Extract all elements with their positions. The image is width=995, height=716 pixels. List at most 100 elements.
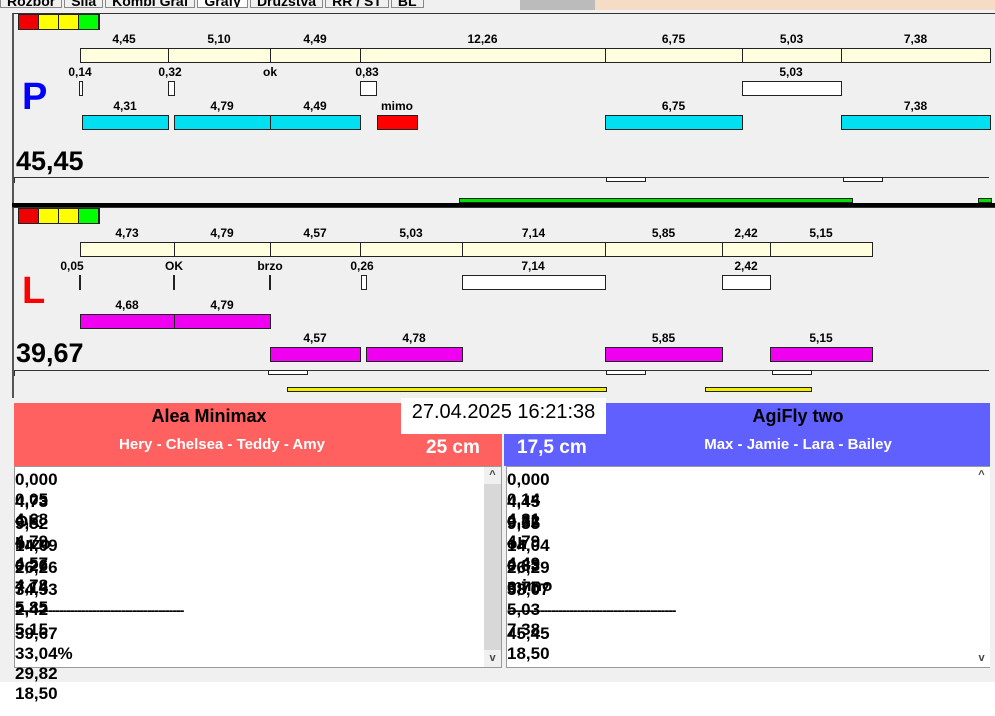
fault-box <box>79 275 81 290</box>
list-cell: 0,000 <box>15 470 58 489</box>
tab-bar-filler <box>520 0 595 10</box>
summary-cell: 29,82 <box>15 664 58 683</box>
summary-row: 45,45 18,50 <box>507 624 550 663</box>
list-item: 14,09 0,26 4,78 <box>15 536 58 595</box>
scroll-down-icon[interactable]: v <box>484 650 501 667</box>
light <box>19 209 39 223</box>
handler-bar <box>174 115 271 130</box>
handler-bar-label: 5,85 <box>651 331 676 345</box>
fault-label: brzo <box>257 259 283 273</box>
light <box>39 209 59 223</box>
right-results-list[interactable]: ^ v 0,000 0,14 4,31 4,45 0,32 4,79 9,55 ok 4,49 14… <box>506 466 990 668</box>
segment-label: 5,10 <box>207 32 231 46</box>
time-segment <box>360 242 463 257</box>
tab-5[interactable]: RR / ST <box>325 0 389 8</box>
lane-p: P 45,45 4,45 5,10 4,49 12,26 6,75 5,03 7,38 0,14 0… <box>12 13 995 204</box>
handler-bar-label: 4,49 <box>303 99 327 113</box>
right-team-name: AgiFly two <box>752 406 844 426</box>
fault-box <box>722 275 771 290</box>
segment-label: 5,03 <box>399 226 423 240</box>
segment-label: 7,38 <box>903 32 928 46</box>
fault-box <box>173 275 175 290</box>
fault-label: ok <box>262 65 278 79</box>
scroll-up-icon[interactable]: ^ <box>973 467 990 484</box>
run-bar <box>287 387 607 392</box>
summary-cell: 45,45 <box>507 624 550 643</box>
time-segment <box>168 48 271 63</box>
scroll-down-icon[interactable]: v <box>973 650 990 667</box>
list-separator: ----------------------------------------… <box>507 602 676 624</box>
scrollbar[interactable]: ^ v <box>973 467 990 667</box>
fault-box <box>361 275 367 290</box>
fault-box <box>742 81 842 96</box>
segment-label: 2,42 <box>734 226 758 240</box>
scrollbar[interactable]: ^ v <box>484 467 501 667</box>
handler-bar <box>270 347 361 362</box>
axis-marker <box>268 370 308 375</box>
time-segment <box>605 242 723 257</box>
list-cell: 4,73 <box>15 492 49 511</box>
left-team-name: Alea Minimax <box>151 406 267 426</box>
tab-1[interactable]: Sila <box>64 0 104 8</box>
fault-label: 0,05 <box>60 259 84 273</box>
segment-label: 12,26 <box>467 32 498 46</box>
traffic-lights <box>18 14 100 30</box>
timeline-axis <box>14 370 989 371</box>
light <box>39 15 59 29</box>
list-item: 26,29 6,75 <box>507 558 550 597</box>
lane-score: 39,67 <box>16 338 84 368</box>
fault-label: 0,83 <box>355 65 379 79</box>
tab-3[interactable]: Grafy <box>197 0 248 8</box>
list-cell: 14,04 <box>507 536 550 555</box>
handler-bar-label: 4,31 <box>113 99 137 113</box>
handler-bar <box>841 115 991 130</box>
handler-bar-label: 4,79 <box>210 298 234 312</box>
list-cell: 14,09 <box>15 536 58 555</box>
list-cell: 34,53 <box>15 580 58 599</box>
list-cell: 0,000 <box>507 470 550 489</box>
axis-marker <box>606 177 646 182</box>
tab-4[interactable]: Družstva <box>249 0 324 8</box>
summary-cell: 18,50 <box>507 644 550 663</box>
segment-label: 4,79 <box>210 226 234 240</box>
handler-bar <box>377 115 418 130</box>
fault-label: 0,32 <box>158 65 182 79</box>
segment-label: 4,49 <box>303 32 327 46</box>
light <box>59 209 79 223</box>
handler-bar-label: mimo <box>380 99 414 113</box>
run-bar <box>705 387 812 392</box>
lane-score: 45,45 <box>16 146 84 176</box>
axis-start-tick <box>14 177 15 183</box>
summary-cell: 18,50 <box>15 684 58 703</box>
tab-2[interactable]: Kombi Graf <box>105 0 196 8</box>
tab-6[interactable]: BL <box>390 0 424 8</box>
fault-label: OK <box>165 259 183 273</box>
handler-bar-label: 7,38 <box>903 99 928 113</box>
list-item: 9,52 brzo 4,57 <box>15 514 51 573</box>
fault-label: 2,42 <box>734 259 758 273</box>
handler-bar <box>80 314 175 329</box>
list-item: 26,26 7,14 5,85 <box>15 558 58 617</box>
datetime-label: 27.04.2025 16:21:38 <box>401 398 606 434</box>
fault-box <box>168 81 175 96</box>
time-segment <box>174 242 271 257</box>
time-segment <box>360 48 606 63</box>
left-results-list[interactable]: ^ v 0,000 0,05 4,68 4,73 OK 4,79 9,52 brzo 4,57 14… <box>14 466 502 703</box>
summary-row: 39,67 33,04% 29,82 18,50 <box>15 624 73 703</box>
left-handlers: Hery - Chelsea - Teddy - Amy <box>119 436 325 453</box>
handler-bar-label: 4,57 <box>303 331 327 345</box>
light <box>79 209 99 223</box>
list-cell: 26,29 <box>507 558 550 577</box>
tab-0[interactable]: Rozbor <box>0 0 63 8</box>
handler-bar <box>366 347 463 362</box>
segment-label: 4,57 <box>303 226 327 240</box>
list-item: 4,45 0,32 4,79 <box>507 492 540 551</box>
handler-bar-label: 6,75 <box>661 99 686 113</box>
scroll-up-icon[interactable]: ^ <box>484 467 501 484</box>
time-segment <box>80 242 175 257</box>
fault-label: 0,14 <box>68 65 92 79</box>
axis-marker <box>606 370 646 375</box>
fault-label: 7,14 <box>521 259 545 273</box>
app-window: Rozbor Sila Kombi Graf Grafy Družstva RR / ST… <box>0 0 995 703</box>
handler-bar-label: 5,15 <box>809 331 833 345</box>
